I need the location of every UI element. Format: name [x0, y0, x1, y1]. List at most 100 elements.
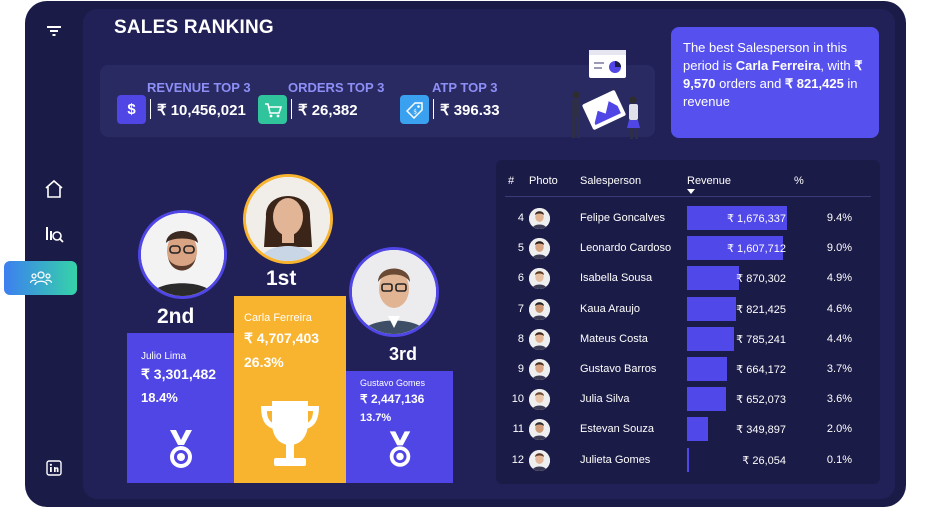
- podium-block-third: Gustavo Gomes ₹ 2,447,136 13.7%: [346, 371, 453, 483]
- medal-icon: [170, 430, 192, 468]
- row-revenue: ₹ 785,241: [736, 333, 786, 346]
- insight-text: , with: [820, 58, 855, 73]
- table-row[interactable]: 8 Mateus Costa ₹ 785,241 4.4%: [496, 324, 880, 354]
- row-percent: 9.4%: [826, 212, 852, 224]
- row-photo: [529, 449, 550, 471]
- team-icon[interactable]: [4, 261, 77, 295]
- row-rank: 11: [512, 423, 524, 436]
- dollar-icon: $: [117, 95, 146, 124]
- home-icon[interactable]: [39, 174, 69, 204]
- row-rank: 10: [511, 393, 524, 406]
- avatar-third: [349, 247, 439, 337]
- avatar-second: [138, 210, 227, 299]
- row-revenue: ₹ 349,897: [736, 424, 786, 437]
- kpi-divider: [433, 99, 434, 119]
- sidebar: [4, 1, 83, 507]
- trophy-icon: [261, 401, 319, 466]
- row-percent: 4.6%: [826, 302, 852, 315]
- col-rank-header[interactable]: #: [508, 175, 514, 187]
- first-revenue: ₹ 4,707,403: [244, 330, 320, 346]
- table-row[interactable]: 11 Estevan Souza ₹ 349,897 2.0%: [496, 414, 880, 444]
- row-revenue: ₹ 1,607,712: [727, 243, 786, 256]
- filter-icon[interactable]: [39, 16, 69, 46]
- table-row[interactable]: 5 Leonardo Cardoso ₹ 1,607,712 9.0%: [496, 233, 880, 263]
- row-salesperson: Estevan Souza: [580, 423, 654, 436]
- dashboard-frame: SALES RANKING REVENUE TOP 3 $ ₹ 10,456,0…: [4, 1, 906, 507]
- avatar-first: [243, 174, 333, 264]
- kpi-divider: [150, 99, 151, 119]
- row-percent: 9.0%: [826, 242, 852, 255]
- row-revenue: ₹ 870,302: [736, 273, 786, 286]
- table-row[interactable]: 9 Gustavo Barros ₹ 664,172 3.7%: [496, 354, 880, 384]
- rank-third-label: 3rd: [389, 344, 418, 364]
- third-revenue: ₹ 2,447,136: [360, 392, 425, 406]
- col-percent-header[interactable]: %: [794, 175, 804, 187]
- third-name: Gustavo Gomes: [360, 378, 426, 388]
- header-divider: [505, 196, 871, 197]
- row-salesperson: Kaua Araujo: [580, 302, 640, 315]
- kpi-divider: [291, 99, 292, 119]
- table-row[interactable]: 10 Julia Silva ₹ 652,073 3.6%: [496, 384, 880, 414]
- table-row[interactable]: 12 Julieta Gomes ₹ 26,054 0.1%: [496, 445, 880, 475]
- price-tag-icon: $: [400, 95, 429, 124]
- sort-desc-icon[interactable]: [687, 189, 695, 194]
- third-percent: 13.7%: [360, 412, 392, 424]
- kpi-value: ₹ 396.33: [440, 102, 500, 119]
- rank-second-label: 2nd: [157, 305, 195, 328]
- row-revenue: ₹ 652,073: [736, 394, 786, 407]
- search-report-icon[interactable]: [39, 219, 69, 249]
- row-photo: [529, 208, 550, 229]
- col-salesperson-header[interactable]: Salesperson: [580, 175, 641, 187]
- row-photo: [529, 298, 550, 320]
- second-revenue: ₹ 3,301,482: [141, 366, 217, 382]
- table-row[interactable]: 4 Felipe Goncalves ₹ 1,676,337 9.4%: [496, 203, 880, 233]
- insight-revenue: ₹ 821,425: [784, 76, 844, 91]
- col-revenue-header[interactable]: Revenue: [687, 175, 731, 187]
- table-row[interactable]: 7 Kaua Araujo ₹ 821,425 4.6%: [496, 294, 880, 324]
- row-salesperson: Julia Silva: [580, 393, 630, 406]
- kpi-label: ORDERS TOP 3: [288, 80, 385, 95]
- kpi-label: REVENUE TOP 3: [147, 80, 251, 95]
- cart-icon: [258, 95, 287, 124]
- rank-first-label: 1st: [266, 267, 297, 290]
- row-salesperson: Mateus Costa: [580, 332, 648, 345]
- table-row[interactable]: 6 Isabella Sousa ₹ 870,302 4.9%: [496, 263, 880, 293]
- second-name: Julio Lima: [141, 351, 187, 362]
- row-percent: 0.1%: [826, 453, 852, 466]
- linkedin-icon[interactable]: [39, 453, 69, 483]
- svg-text:$: $: [413, 108, 417, 115]
- row-revenue: ₹ 1,676,337: [727, 213, 786, 225]
- row-salesperson: Felipe Goncalves: [580, 212, 665, 224]
- row-salesperson: Leonardo Cardoso: [580, 242, 672, 255]
- row-salesperson: Gustavo Barros: [580, 363, 657, 375]
- analytics-illustration: [572, 50, 640, 139]
- insight-name: Carla Ferreira: [735, 58, 821, 73]
- row-percent: 3.6%: [826, 393, 852, 406]
- row-percent: 3.7%: [826, 363, 852, 375]
- podium-block-first: Carla Ferreira ₹ 4,707,403 26.3%: [234, 296, 346, 483]
- row-salesperson: Julieta Gomes: [580, 453, 651, 466]
- col-photo-header[interactable]: Photo: [529, 175, 558, 187]
- podium: 1st 2nd 3rd Julio Lima ₹ 3,301,482 18.4%…: [83, 159, 483, 494]
- row-salesperson: Isabella Sousa: [580, 272, 653, 285]
- row-photo: [529, 268, 550, 290]
- first-name: Carla Ferreira: [244, 312, 312, 324]
- row-revenue: ₹ 821,425: [736, 303, 786, 316]
- kpi-value: ₹ 10,456,021: [157, 102, 246, 119]
- second-percent: 18.4%: [141, 390, 178, 405]
- row-photo: [529, 238, 550, 260]
- medal-icon: [389, 431, 411, 467]
- podium-block-second: Julio Lima ₹ 3,301,482 18.4%: [127, 333, 234, 483]
- row-rank: 8: [517, 332, 524, 345]
- page-title: SALES RANKING: [114, 17, 274, 38]
- row-photo: [529, 359, 550, 380]
- first-percent: 26.3%: [244, 354, 284, 370]
- row-rank: 6: [517, 272, 524, 285]
- row-rank: 9: [517, 363, 524, 375]
- ranking-table: # Photo Salesperson Revenue % 4 Felipe Go…: [496, 160, 880, 484]
- row-revenue: ₹ 26,054: [742, 454, 786, 467]
- row-rank: 4: [517, 212, 524, 224]
- row-revenue: ₹ 664,172: [736, 364, 786, 376]
- row-photo: [529, 389, 550, 411]
- kpi-value: ₹ 26,382: [298, 102, 358, 119]
